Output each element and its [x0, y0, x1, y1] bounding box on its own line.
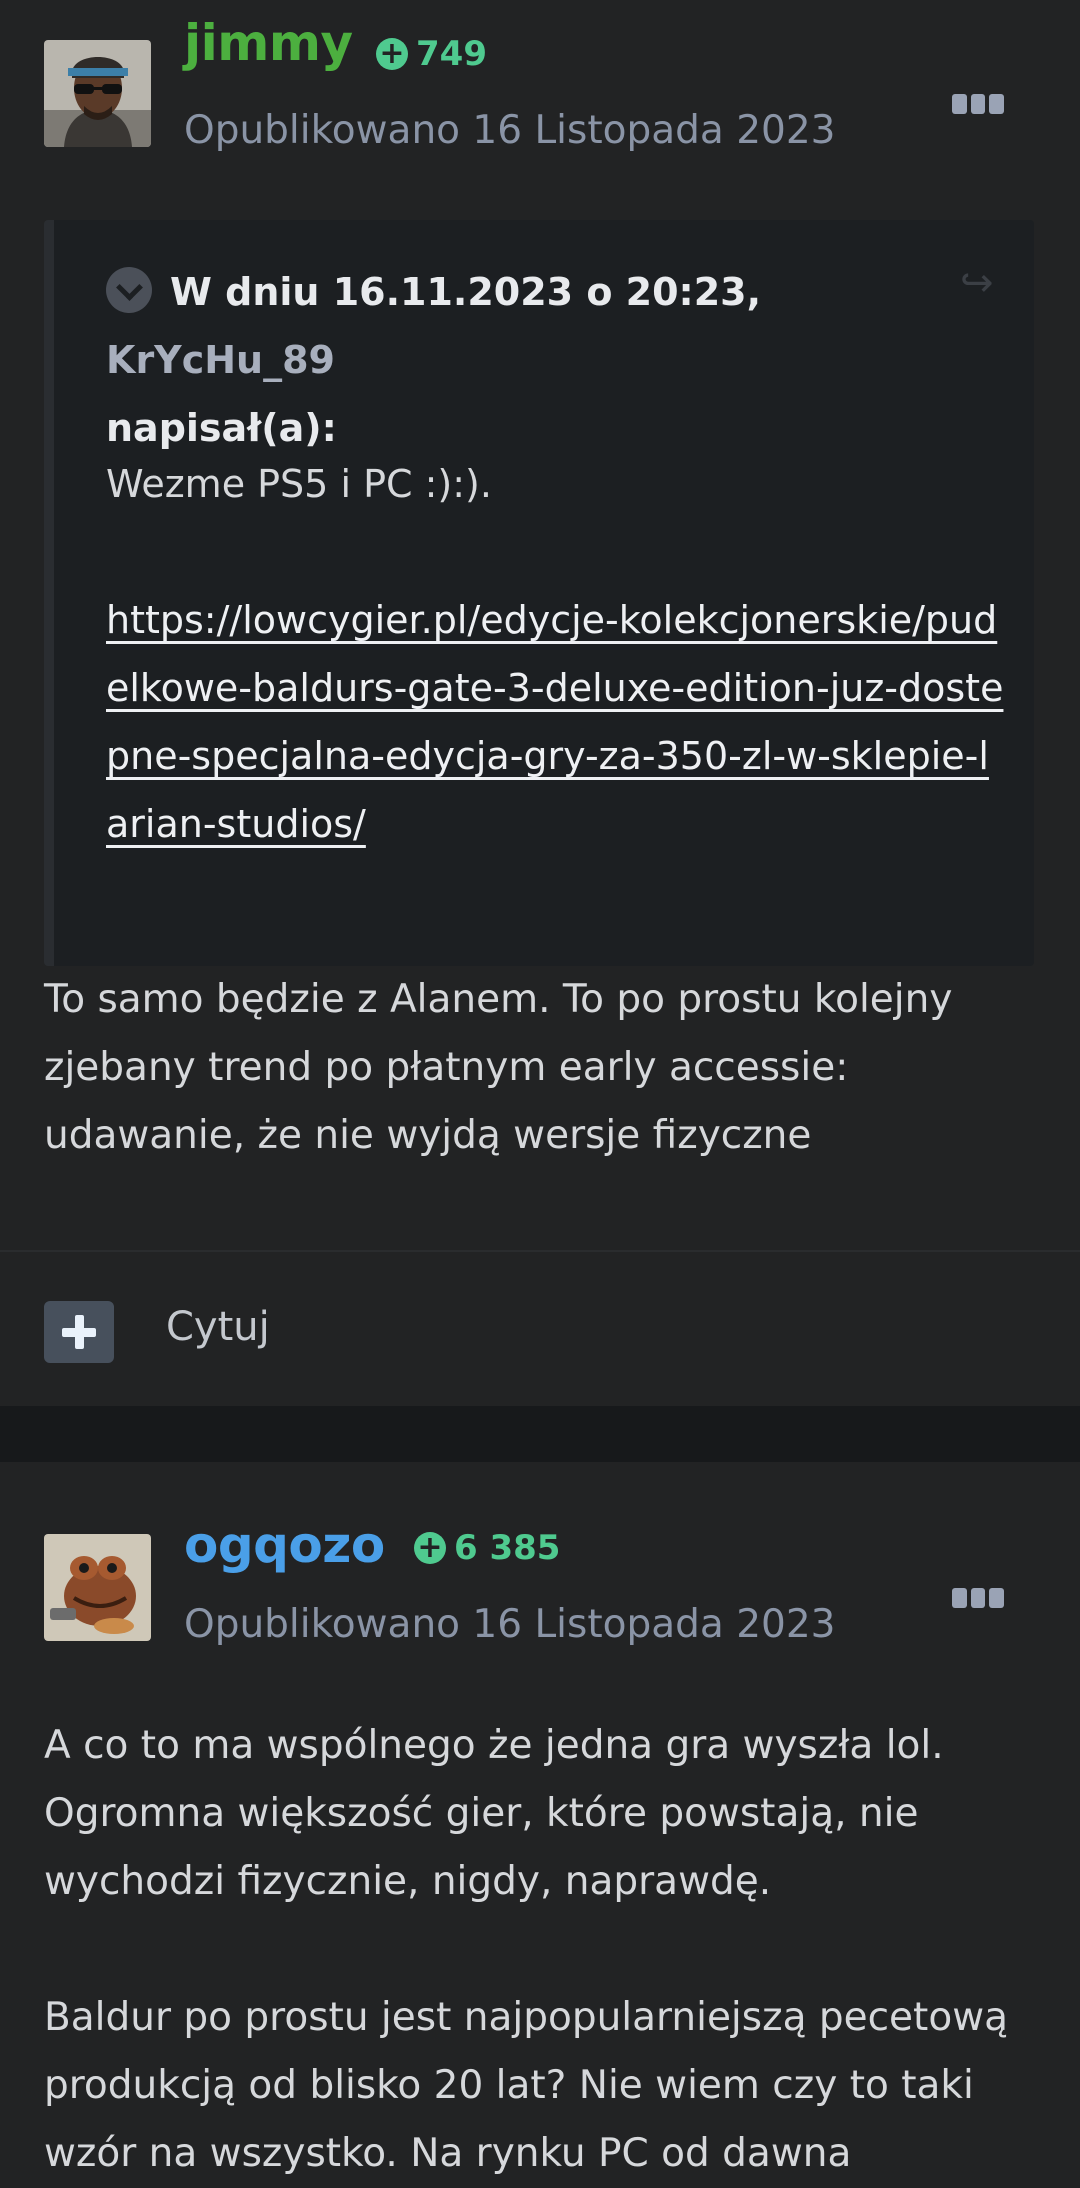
plus-circle-icon: + — [376, 38, 408, 70]
quote-wrote: napisał(a): — [106, 406, 337, 450]
post-ogqozo: ogqozo + 6 385 Opublikowano 16 Listopada… — [0, 1462, 1080, 2188]
multiquote-button[interactable] — [44, 1301, 114, 1363]
ellipsis-icon[interactable] — [952, 1588, 1005, 1608]
quote-author[interactable]: KrYcHu_89 — [106, 338, 335, 382]
quote-header: W dniu 16.11.2023 o 20:23, KrYcHu_89 nap… — [106, 258, 976, 462]
avatar-image — [44, 1534, 151, 1641]
reputation-count: 749 — [416, 34, 487, 74]
ellipsis-icon[interactable] — [952, 94, 1005, 114]
post-paragraph: Baldur po prostu jest najpopularniejszą … — [44, 1995, 1008, 2176]
post-body: To samo będzie z Alanem. To po prostu ko… — [44, 977, 953, 1158]
reputation-badge[interactable]: + 749 — [376, 34, 487, 74]
post-paragraph: A co to ma wspólnego że jedna gra wyszła… — [44, 1723, 944, 1904]
quote-link[interactable]: https://lowcygier.pl/edycje-kolekcjoners… — [106, 586, 1006, 858]
post-separator — [0, 1406, 1080, 1462]
quote-date: W dniu 16.11.2023 o 20:23, — [170, 270, 762, 314]
quote-content: Wezme PS5 i PC :):). https://lowcygier.p… — [106, 450, 1006, 858]
post-date[interactable]: Opublikowano 16 Listopada 2023 — [184, 1602, 835, 1647]
avatar-image — [44, 40, 151, 147]
share-arrow-icon[interactable]: ↪ — [960, 260, 994, 306]
post-date[interactable]: Opublikowano 16 Listopada 2023 — [184, 108, 835, 153]
reputation-badge[interactable]: + 6 385 — [414, 1528, 560, 1568]
quote-block: W dniu 16.11.2023 o 20:23, KrYcHu_89 nap… — [44, 220, 1034, 966]
post-jimmy: jimmy + 749 Opublikowano 16 Listopada 20… — [0, 0, 1080, 1406]
reputation-count: 6 385 — [454, 1528, 561, 1568]
username[interactable]: jimmy — [184, 14, 353, 72]
quote-text: Wezme PS5 i PC :):). — [106, 462, 492, 506]
username[interactable]: ogqozo — [184, 1516, 385, 1574]
quote-button[interactable]: Cytuj — [166, 1304, 270, 1350]
chevron-down-icon[interactable] — [106, 267, 152, 313]
plus-circle-icon: + — [414, 1532, 446, 1564]
avatar-ogqozo[interactable] — [44, 1534, 151, 1641]
post-footer: Cytuj — [0, 1250, 1080, 1406]
avatar-jimmy[interactable] — [44, 40, 151, 147]
post-body: A co to ma wspólnego że jedna gra wyszła… — [44, 1712, 1044, 2188]
